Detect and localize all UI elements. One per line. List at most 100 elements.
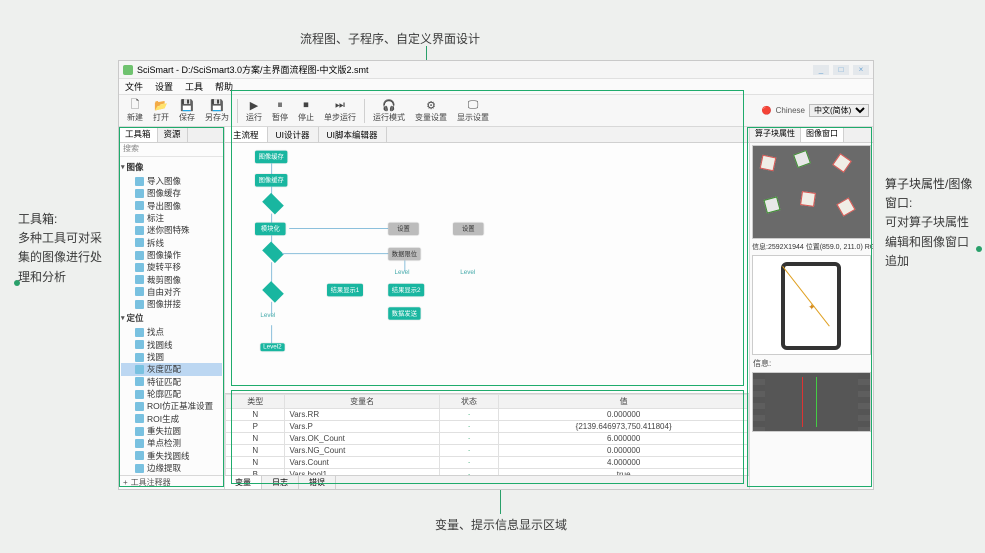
- table-row[interactable]: NVars.RR·0.000000: [226, 409, 749, 421]
- menu-tools[interactable]: 工具: [185, 80, 203, 93]
- step-button-icon: ⏭: [333, 98, 347, 112]
- chip-marker: [793, 150, 811, 168]
- column-header[interactable]: 变量名: [285, 395, 439, 409]
- tree-item[interactable]: 图像操作: [121, 249, 222, 261]
- tree-item-label: 边缘提取: [147, 462, 181, 474]
- tree-item[interactable]: 特征匹配: [121, 376, 222, 388]
- flow-node[interactable]: 数据发送: [388, 307, 420, 320]
- image-view-1[interactable]: [752, 145, 871, 239]
- tree-item[interactable]: 单点检测: [121, 437, 222, 449]
- tab-ui-script[interactable]: UI脚本编辑器: [319, 127, 387, 142]
- open-button[interactable]: 📂打开: [149, 97, 173, 124]
- save-button[interactable]: 💾保存: [175, 97, 199, 124]
- flow-node[interactable]: 模块化: [255, 223, 286, 236]
- new-button[interactable]: 🗋新建: [123, 97, 147, 124]
- tree-item[interactable]: 裁剪图像: [121, 274, 222, 286]
- tree-item[interactable]: ROI生成: [121, 413, 222, 425]
- tree-item[interactable]: 找圆: [121, 351, 222, 363]
- flow-node[interactable]: 图像缓存: [255, 174, 287, 187]
- tree-item[interactable]: 找点: [121, 326, 222, 338]
- flowchart-canvas[interactable]: 图像缓存 图像缓存 模块化 设置 设置 数据限位 Level: [225, 143, 749, 393]
- tool-icon: [135, 340, 144, 349]
- tree-item[interactable]: 自由对齐: [121, 286, 222, 298]
- toolbox-footer[interactable]: 工具注释器: [119, 475, 224, 489]
- tree-item[interactable]: 旋转平移: [121, 261, 222, 273]
- toolbox-search[interactable]: 搜索: [119, 143, 224, 157]
- stop-button[interactable]: ⏹停止: [294, 97, 318, 124]
- menu-file[interactable]: 文件: [125, 80, 143, 93]
- flow-node[interactable]: 结果显示2: [388, 284, 424, 297]
- tree-item-label: 拆线: [147, 237, 164, 249]
- table-row[interactable]: PVars.P·{2139.646973,750.411804}: [226, 421, 749, 433]
- runmode-button[interactable]: 🎧运行模式: [369, 97, 409, 124]
- tab-variables[interactable]: 变量: [225, 476, 262, 489]
- flow-node[interactable]: 数据限位: [388, 248, 420, 261]
- image-info-text: 信息:2592X1944 位置(859.0, 211.0) RGB(74, 74…: [750, 241, 873, 253]
- tree-item[interactable]: 找圆线: [121, 339, 222, 351]
- tab-toolbox[interactable]: 工具箱: [119, 127, 158, 142]
- language-select[interactable]: 中文(简体): [809, 104, 869, 117]
- pause-button[interactable]: ⏸暂停: [268, 97, 292, 124]
- table-cell: 6.000000: [499, 433, 749, 445]
- step-button[interactable]: ⏭单步运行: [320, 97, 360, 124]
- column-header[interactable]: 状态: [439, 395, 498, 409]
- titlebar: SciSmart - D:/SciSmart3.0方案/主界面流程图-中文版2.…: [119, 61, 873, 79]
- tree-category[interactable]: 定位: [121, 312, 222, 324]
- menu-settings[interactable]: 设置: [155, 80, 173, 93]
- tree-item[interactable]: 迷你图特殊: [121, 224, 222, 236]
- variable-table[interactable]: 类型变量名状态值 NVars.RR·0.000000PVars.P·{2139.…: [225, 394, 749, 475]
- varset-button[interactable]: ⚙变量设置: [411, 97, 451, 124]
- flow-node[interactable]: 设置: [388, 223, 419, 236]
- menu-help[interactable]: 帮助: [215, 80, 233, 93]
- close-button[interactable]: ×: [853, 65, 869, 75]
- tree-item[interactable]: ROI仿正基准设置: [121, 400, 222, 412]
- runmode-button-label: 运行模式: [373, 112, 405, 123]
- flow-decision[interactable]: [262, 281, 284, 303]
- column-header[interactable]: 值: [499, 395, 749, 409]
- tree-item[interactable]: 边缘提取: [121, 462, 222, 474]
- tree-item[interactable]: 灰度匹配: [121, 363, 222, 375]
- tree-item-label: 重失找圆线: [147, 450, 190, 462]
- table-row[interactable]: NVars.Count·4.000000: [226, 457, 749, 469]
- tab-block-props[interactable]: 算子块属性: [750, 127, 801, 142]
- table-row[interactable]: NVars.NG_Count·0.000000: [226, 445, 749, 457]
- flow-decision[interactable]: [262, 193, 284, 215]
- tab-errors[interactable]: 错误: [299, 476, 336, 489]
- image-view-3[interactable]: [752, 372, 871, 432]
- tree-item[interactable]: 轮廓匹配: [121, 388, 222, 400]
- saveas-button[interactable]: 💾另存为: [201, 97, 233, 124]
- minimize-button[interactable]: _: [813, 65, 829, 75]
- tab-ui-designer[interactable]: UI设计器: [268, 127, 319, 142]
- tree-item[interactable]: 标注: [121, 212, 222, 224]
- tree-item[interactable]: 重失拉圆: [121, 425, 222, 437]
- app-logo-icon: [123, 65, 133, 75]
- tree-item[interactable]: 重失找圆线: [121, 450, 222, 462]
- tree-item[interactable]: 图像缓存: [121, 187, 222, 199]
- tab-image-window[interactable]: 图像窗口: [801, 127, 844, 142]
- column-header[interactable]: 类型: [226, 395, 285, 409]
- tab-log[interactable]: 日志: [262, 476, 299, 489]
- tree-item[interactable]: 图像拼接: [121, 298, 222, 310]
- flow-decision[interactable]: [262, 241, 284, 263]
- flow-node[interactable]: 结果显示1: [327, 284, 363, 297]
- tree-item-label: 导出图像: [147, 200, 181, 212]
- table-cell: ·: [439, 409, 498, 421]
- tree-item[interactable]: 拆线: [121, 237, 222, 249]
- flow-node[interactable]: Level2: [260, 343, 284, 351]
- tree-category[interactable]: 图像: [121, 161, 222, 173]
- dispset-button[interactable]: 🖵显示设置: [453, 97, 493, 124]
- flow-node[interactable]: 图像缓存: [255, 151, 287, 164]
- table-row[interactable]: NVars.OK_Count·6.000000: [226, 433, 749, 445]
- maximize-button[interactable]: □: [833, 65, 849, 75]
- image-view-2[interactable]: ✦: [752, 255, 871, 355]
- tab-resources[interactable]: 资源: [158, 127, 188, 142]
- tool-icon: [135, 390, 144, 399]
- toolbox-tree[interactable]: 图像导入图像图像缓存导出图像标注迷你图特殊拆线图像操作旋转平移裁剪图像自由对齐图…: [119, 157, 224, 475]
- stop-button-icon: ⏹: [299, 98, 313, 112]
- tab-main-flow[interactable]: 主流程: [225, 127, 268, 142]
- run-button[interactable]: ▶运行: [242, 97, 266, 124]
- tree-item[interactable]: 导入图像: [121, 175, 222, 187]
- language-selector[interactable]: 🔴 Chinese 中文(简体): [762, 104, 869, 117]
- tree-item[interactable]: 导出图像: [121, 200, 222, 212]
- flow-node[interactable]: 设置: [453, 223, 484, 236]
